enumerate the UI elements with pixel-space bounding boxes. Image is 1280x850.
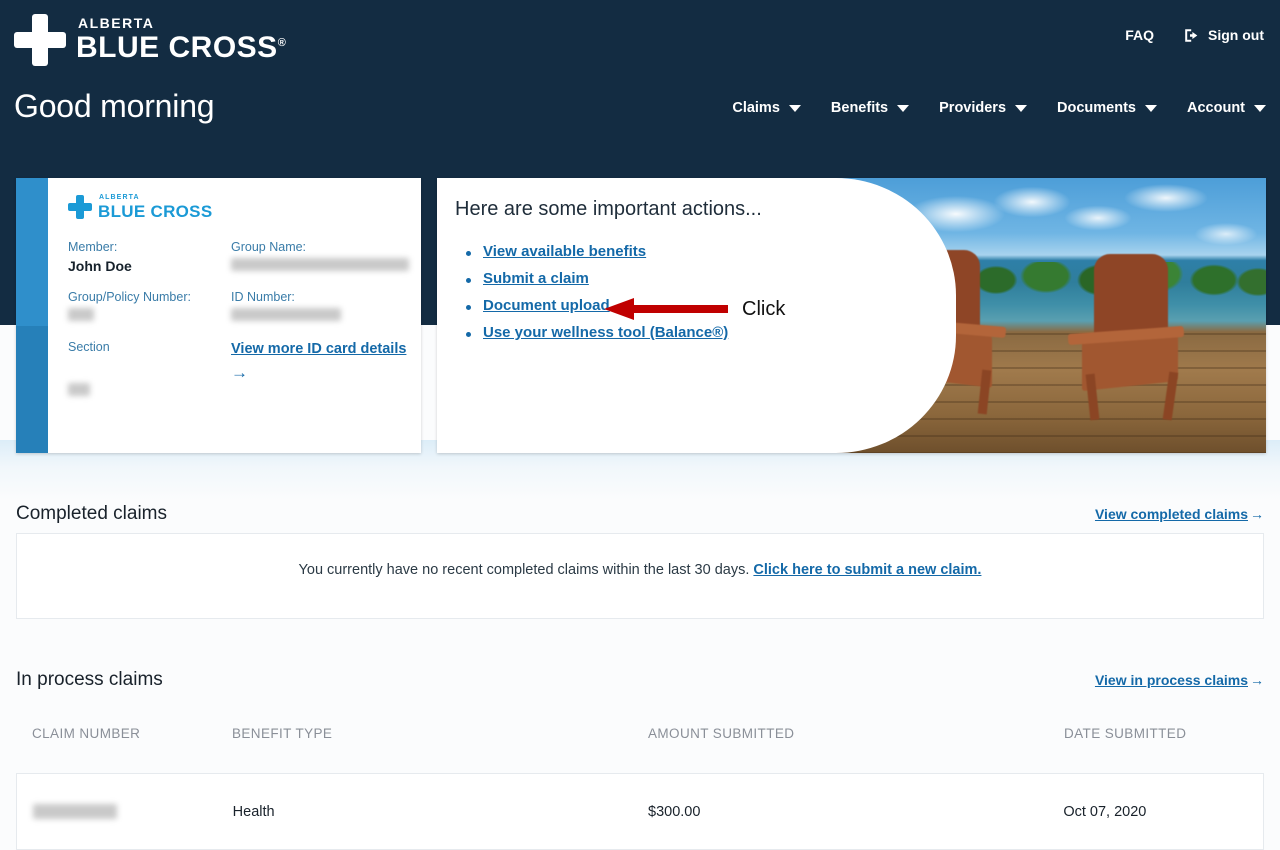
nav-label: Providers — [939, 100, 1007, 116]
cross-icon — [14, 14, 66, 66]
list-item: Submit a claim — [455, 270, 762, 288]
id-card-logo: ALBERTA BLUE CROSS — [68, 194, 409, 220]
redacted-value: XXXXXXX — [231, 308, 341, 321]
actions-link-list: View available benefits Submit a claim D… — [455, 243, 762, 342]
chevron-down-icon — [1254, 104, 1266, 112]
completed-claims-empty-state: You currently have no recent completed c… — [17, 534, 1263, 606]
view-available-benefits-link[interactable]: View available benefits — [483, 243, 646, 260]
id-card-logo-text: ALBERTA BLUE CROSS — [98, 194, 212, 220]
click-annotation-label: Click — [742, 297, 786, 320]
nav-item-account[interactable]: Account — [1187, 100, 1266, 116]
column-header-amount: AMOUNT SUBMITTED — [648, 726, 795, 741]
nav-label: Benefits — [830, 100, 889, 116]
actions-content: Here are some important actions... View … — [437, 178, 762, 351]
id-logo-main: BLUE CROSS — [98, 202, 213, 221]
brand-logo-main: BLUE CROSS® — [76, 30, 287, 64]
claims-table-header: CLAIM NUMBER BENEFIT TYPE AMOUNT SUBMITT… — [16, 726, 1264, 741]
id-logo-alberta: ALBERTA — [99, 194, 140, 201]
list-item: View available benefits — [455, 243, 762, 261]
view-completed-claims-link[interactable]: View completed claims → — [1095, 506, 1264, 522]
arrow-right-icon: → — [1250, 672, 1264, 688]
nav-label: Account — [1187, 100, 1245, 116]
nav-label: Documents — [1057, 100, 1136, 116]
view-id-card-details-link[interactable]: View more ID card details — [231, 340, 409, 360]
chevron-down-icon — [1015, 104, 1028, 112]
submit-a-claim-link[interactable]: Submit a claim — [483, 270, 589, 287]
id-number-label: ID Number: — [231, 290, 295, 304]
registered-mark: ® — [277, 36, 287, 49]
cross-icon — [68, 195, 92, 219]
nav-label: Claims — [732, 100, 780, 116]
group-policy-label: Group/Policy Number: — [68, 290, 191, 304]
chevron-down-icon — [897, 104, 910, 112]
section-value: XX — [68, 382, 231, 415]
main-navigation: Claims Benefits Providers Documents Acco… — [732, 100, 1266, 116]
chevron-down-icon — [1145, 104, 1157, 112]
id-card-fields: Member: Group Name: John Doe XXXXXXXXXXX… — [68, 240, 409, 415]
nav-item-providers[interactable]: Providers — [939, 100, 1028, 116]
nav-item-benefits[interactable]: Benefits — [830, 100, 910, 116]
sign-out-label: Sign out — [1208, 27, 1264, 43]
member-value: John Doe — [68, 258, 132, 274]
table-row[interactable]: XXXXXX Health $300.00 Oct 07, 2020 — [16, 773, 1264, 850]
member-id-card: ALBERTA BLUE CROSS Member: Group Name: J… — [16, 178, 421, 453]
wellness-tool-link[interactable]: Use your wellness tool (Balance®) — [483, 324, 728, 341]
spacer-cell — [231, 383, 409, 415]
id-number-value: XXXXXXX — [231, 308, 409, 340]
redacted-value: XX — [68, 308, 94, 321]
click-annotation: Click — [604, 296, 785, 322]
submit-new-claim-link[interactable]: Click here to submit a new claim. — [753, 562, 981, 578]
member-label: Member: — [68, 240, 118, 254]
brand-logo-text: ALBERTA BLUE CROSS® — [76, 16, 286, 65]
lake-dock-chairs-photo — [836, 178, 1266, 453]
chevron-down-icon — [788, 104, 801, 112]
column-header-date: DATE SUBMITTED — [1064, 726, 1187, 741]
important-actions-card: Here are some important actions... View … — [437, 178, 1266, 453]
cell-date-submitted: Oct 07, 2020 — [1063, 803, 1147, 820]
nav-item-documents[interactable]: Documents — [1057, 100, 1157, 116]
cell-benefit-type: Health — [232, 803, 275, 820]
view-in-process-claims-link[interactable]: View in process claims → — [1095, 672, 1264, 688]
actions-title: Here are some important actions... — [455, 198, 762, 220]
id-card-details-cell: View more ID card details → — [231, 340, 409, 383]
dashboard-page: ALBERTA BLUE CROSS® FAQ Sign out Good mo… — [0, 0, 1280, 850]
id-card-body: ALBERTA BLUE CROSS Member: Group Name: J… — [48, 178, 427, 453]
cell-claim-number: XXXXXX — [17, 803, 233, 820]
arrow-right-icon: → — [1250, 506, 1264, 522]
column-header-benefit-type: BENEFIT TYPE — [232, 726, 333, 741]
completed-claims-panel: You currently have no recent completed c… — [16, 533, 1264, 619]
sign-out-icon — [1184, 28, 1201, 43]
faq-link[interactable]: FAQ — [1125, 27, 1154, 43]
view-in-process-claims-label: View in process claims — [1094, 672, 1248, 688]
completed-claims-title: Completed claims — [16, 503, 167, 524]
page-title: Good morning — [14, 88, 215, 124]
left-arrow-annotation — [604, 298, 728, 320]
cell-amount-submitted: $300.00 — [648, 803, 701, 820]
group-name-value: XXXXXXXXXXX — [231, 258, 409, 290]
document-upload-link[interactable]: Document upload — [483, 297, 610, 314]
group-name-label: Group Name: — [231, 240, 307, 254]
in-process-claims-title: In process claims — [16, 669, 163, 690]
nav-item-claims[interactable]: Claims — [732, 100, 801, 116]
redacted-value: XXXXXX — [33, 803, 117, 819]
view-completed-claims-label: View completed claims — [1094, 506, 1248, 522]
sign-out-button[interactable]: Sign out — [1184, 27, 1264, 43]
redacted-value: XXXXXXXXXXX — [231, 258, 409, 271]
empty-state-text: You currently have no recent completed c… — [298, 562, 750, 578]
list-item: Use your wellness tool (Balance®) — [455, 324, 762, 342]
completed-claims-header: Completed claims View completed claims → — [0, 503, 1280, 525]
header-utility-nav: FAQ Sign out — [1125, 27, 1264, 43]
group-policy-value: XX — [68, 308, 231, 340]
adirondack-chair-right — [1067, 254, 1188, 424]
arrow-right-icon: → — [231, 362, 248, 382]
brand-logo[interactable]: ALBERTA BLUE CROSS® — [14, 14, 286, 66]
in-process-claims-header: In process claims View in process claims… — [0, 669, 1280, 691]
section-label: Section — [68, 340, 110, 354]
brand-logo-alberta: ALBERTA — [78, 14, 155, 31]
id-card-accent-stripe — [16, 178, 48, 453]
redacted-value: XX — [68, 382, 90, 396]
column-header-claim-number: CLAIM NUMBER — [32, 726, 141, 741]
